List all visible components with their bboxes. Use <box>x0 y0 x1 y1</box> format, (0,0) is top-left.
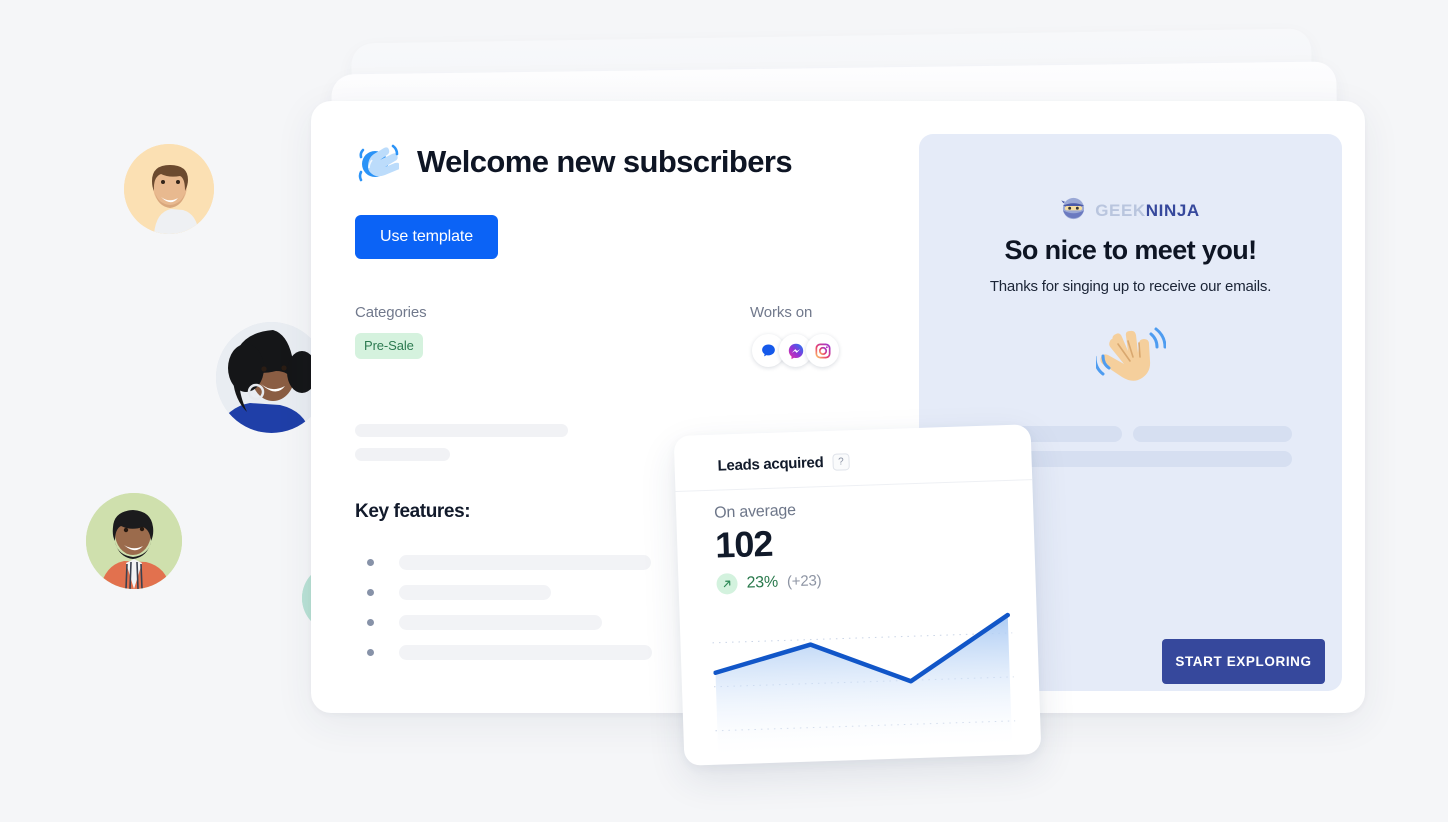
leads-card-title: Leads acquired <box>717 454 824 475</box>
waving-hands-icon <box>355 140 401 184</box>
leads-area-chart <box>712 605 1016 755</box>
bullet-dot-icon <box>367 618 374 626</box>
feature-placeholder-line <box>399 584 551 600</box>
works-on-icon-group <box>750 334 839 367</box>
waving-hand-hero <box>919 324 1342 393</box>
screenshot-stage: Welcome new subscribers Use template Cat… <box>0 0 1448 822</box>
brand-name: GEEKNINJA <box>1095 201 1200 221</box>
brand-geek: GEEK <box>1095 201 1146 220</box>
trend-absolute: (+23) <box>786 572 822 591</box>
summary-placeholder-line <box>355 424 568 437</box>
avatar-photo <box>124 144 214 234</box>
email-skeleton-line <box>1133 426 1292 442</box>
instagram-icon[interactable] <box>806 334 839 367</box>
page-title: Welcome new subscribers <box>417 144 793 179</box>
feature-placeholder-line <box>399 554 651 570</box>
email-subtext: Thanks for singing up to receive our ema… <box>989 278 1272 295</box>
avatar-man-orange-shirt <box>86 493 182 589</box>
template-title-row: Welcome new subscribers <box>355 140 945 184</box>
chart-area-fill <box>715 615 1013 755</box>
works-on-block: Works on <box>750 304 839 367</box>
avatar-photo <box>86 493 182 589</box>
avatar-man-beard <box>124 144 214 234</box>
trend-row: 23% (+23) <box>716 563 1036 595</box>
categories-block: Categories Pre-Sale <box>355 304 750 367</box>
question-mark-icon[interactable]: ? <box>832 453 850 471</box>
leads-card-body: On average 102 23% (+23) <box>675 480 1035 596</box>
summary-placeholder-line <box>355 448 450 461</box>
email-headline: So nice to meet you! <box>1004 235 1257 265</box>
waving-hand-icon <box>1093 324 1166 393</box>
brand-logo: GEEKNINJA <box>919 196 1342 226</box>
bullet-dot-icon <box>367 588 374 596</box>
trend-percent: 23% <box>746 573 779 592</box>
template-meta-row: Categories Pre-Sale Works on <box>355 304 945 367</box>
works-on-label: Works on <box>750 304 813 321</box>
bullet-dot-icon <box>367 558 374 566</box>
feature-placeholder-line <box>399 614 602 630</box>
leads-acquired-card: Leads acquired ? On average 102 23% (+23… <box>673 424 1042 766</box>
use-template-button[interactable]: Use template <box>355 215 499 259</box>
start-exploring-button[interactable]: START EXPLORING <box>1162 639 1325 684</box>
feature-placeholder-line <box>399 644 652 660</box>
brand-ninja: NINJA <box>1145 201 1200 220</box>
ninja-face-icon <box>1061 196 1086 226</box>
average-value: 102 <box>714 522 773 566</box>
bullet-dot-icon <box>367 648 374 656</box>
arrow-up-right-icon <box>716 572 738 595</box>
category-badge[interactable]: Pre-Sale <box>355 333 423 359</box>
categories-label: Categories <box>355 304 427 321</box>
